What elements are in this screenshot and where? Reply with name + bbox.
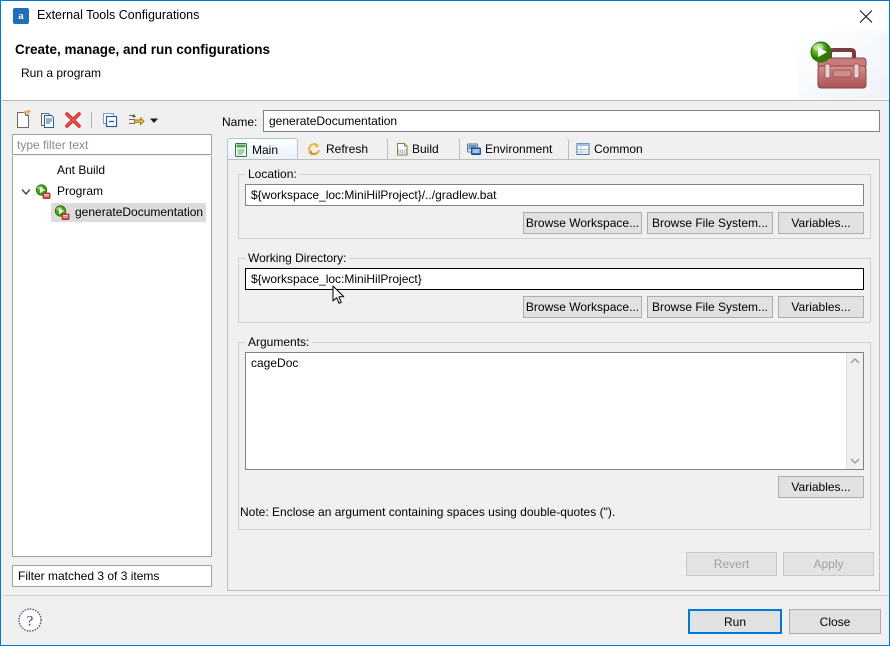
tab-label: Main [252, 143, 279, 157]
working-directory-group: Working Directory: Browse Workspace... B… [238, 251, 871, 323]
run-button[interactable]: Run [688, 609, 782, 634]
working-directory-label: Working Directory: [245, 251, 350, 265]
scroll-up-arrow-icon[interactable] [850, 357, 860, 365]
arguments-textarea[interactable]: cageDoc [245, 352, 864, 470]
arguments-variables-button[interactable]: Variables... [778, 476, 864, 498]
duplicate-configuration-icon[interactable] [38, 110, 58, 130]
footer-separator [2, 595, 889, 596]
ant-build-icon: a [13, 8, 29, 24]
filter-status-text: Filter matched 3 of 3 items [18, 569, 160, 583]
configurations-toolbar [11, 107, 216, 133]
main-tab-panel: Location: Browse Workspace... Browse Fil… [227, 159, 880, 591]
toolbar-dropdown-arrow-icon[interactable] [147, 110, 161, 130]
location-variables-button[interactable]: Variables... [778, 212, 864, 234]
filter-launch-configurations-icon[interactable] [125, 110, 145, 130]
page-title: Create, manage, and run configurations [15, 42, 271, 57]
working-directory-browse-workspace-button[interactable]: Browse Workspace... [523, 296, 642, 318]
arguments-label: Arguments: [245, 335, 313, 349]
toolbox-with-run-badge-icon [798, 31, 888, 99]
common-tab-icon [575, 141, 591, 157]
arguments-value: cageDoc [251, 356, 299, 370]
working-directory-input[interactable] [245, 268, 864, 290]
main-tab-icon [233, 142, 249, 158]
environment-tab-icon [466, 141, 482, 157]
name-label: Name: [222, 115, 258, 129]
tab-strip: Main Refresh 010 Build Environment Commo… [227, 138, 880, 160]
working-directory-browse-file-system-button[interactable]: Browse File System... [647, 296, 773, 318]
close-button[interactable]: Close [789, 609, 881, 634]
program-config-icon [54, 205, 70, 221]
location-browse-workspace-button[interactable]: Browse Workspace... [523, 212, 642, 234]
tab-build[interactable]: 010 Build [388, 138, 460, 160]
refresh-tab-icon [306, 141, 322, 157]
location-input[interactable] [245, 184, 864, 206]
location-group: Location: Browse Workspace... Browse Fil… [238, 167, 871, 239]
build-tab-icon: 010 [394, 141, 410, 157]
configuration-editor-panel: Name: Main [222, 107, 880, 591]
toolbar-separator [91, 112, 92, 128]
arguments-group: Arguments: cageDoc Variables... Note: En… [238, 335, 871, 530]
tab-common[interactable]: Common [569, 138, 662, 160]
tab-main[interactable]: Main [227, 138, 298, 160]
tree-item-label: Ant Build [57, 163, 106, 177]
tab-label: Environment [485, 142, 553, 156]
tree-item-program[interactable]: Program [13, 181, 211, 202]
location-label: Location: [245, 167, 300, 181]
collapse-all-icon[interactable] [100, 110, 120, 130]
tab-environment[interactable]: Environment [460, 138, 569, 160]
location-browse-file-system-button[interactable]: Browse File System... [647, 212, 773, 234]
external-tools-configurations-dialog: a External Tools Configurations Create, … [0, 0, 890, 646]
filter-status-box: Filter matched 3 of 3 items [12, 565, 212, 587]
revert-button[interactable]: Revert [686, 552, 777, 576]
tab-label: Build [412, 142, 439, 156]
working-directory-variables-button[interactable]: Variables... [778, 296, 864, 318]
close-x-glyph [859, 10, 873, 23]
tree-item-label: generateDocumentation [75, 205, 204, 219]
tree-item-ant-build[interactable]: Ant Build [13, 160, 211, 181]
delete-configuration-icon[interactable] [63, 110, 83, 130]
program-config-icon [35, 184, 51, 200]
tab-refresh[interactable]: Refresh [298, 138, 388, 160]
window-title: External Tools Configurations [37, 8, 200, 22]
filter-input[interactable] [12, 134, 212, 155]
help-question-icon[interactable]: ? [17, 607, 43, 633]
arguments-note: Note: Enclose an argument containing spa… [240, 505, 616, 519]
scroll-down-arrow-icon[interactable] [850, 457, 860, 465]
chevron-down-icon[interactable] [20, 186, 32, 198]
configuration-name-input[interactable] [263, 110, 880, 132]
close-icon[interactable] [843, 1, 889, 31]
arguments-scrollbar[interactable] [846, 353, 863, 469]
svg-text:010: 010 [398, 150, 407, 156]
title-bar: a External Tools Configurations [1, 1, 889, 31]
tab-label: Refresh [326, 142, 369, 156]
new-configuration-icon[interactable] [13, 109, 33, 130]
configurations-tree[interactable]: Ant Build Program generateDocumentation [12, 156, 212, 557]
tree-item-label: Program [57, 184, 104, 198]
tree-item-generate-documentation[interactable]: generateDocumentation [13, 202, 211, 223]
page-subtitle: Run a program [21, 66, 102, 80]
svg-text:?: ? [27, 614, 34, 630]
dialog-header: Create, manage, and run configurations R… [2, 31, 889, 101]
tab-label: Common [594, 142, 643, 156]
apply-button[interactable]: Apply [783, 552, 874, 576]
